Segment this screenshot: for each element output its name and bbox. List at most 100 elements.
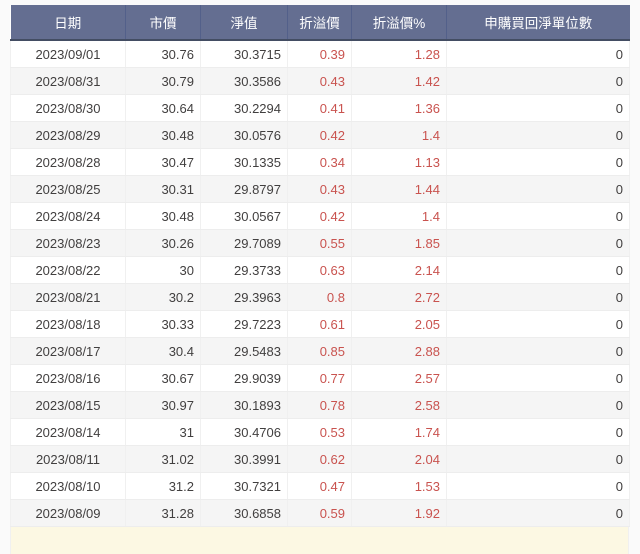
cell-net_units: 0 — [447, 230, 630, 257]
cell-price: 30.47 — [126, 149, 201, 176]
cell-price: 31.02 — [126, 446, 201, 473]
cell-nav: 30.2294 — [201, 95, 288, 122]
cell-net_units: 0 — [447, 40, 630, 68]
table-row: 2023/08/2830.4730.13350.341.130 — [11, 149, 630, 176]
table-row: 2023/08/1131.0230.39910.622.040 — [11, 446, 630, 473]
cell-net_units: 0 — [447, 473, 630, 500]
cell-price: 30.26 — [126, 230, 201, 257]
cell-premium_pct: 1.74 — [352, 419, 447, 446]
cell-date: 2023/08/11 — [11, 446, 126, 473]
cell-premium: 0.43 — [288, 68, 352, 95]
table-row: 2023/08/2930.4830.05760.421.40 — [11, 122, 630, 149]
cell-net_units: 0 — [447, 311, 630, 338]
cell-price: 30.76 — [126, 40, 201, 68]
column-header-premium: 折溢價 — [288, 5, 352, 40]
table-body: 2023/09/0130.7630.37150.391.2802023/08/3… — [11, 40, 630, 527]
cell-price: 31.28 — [126, 500, 201, 527]
cell-nav: 29.5483 — [201, 338, 288, 365]
cell-premium_pct: 1.4 — [352, 203, 447, 230]
cell-net_units: 0 — [447, 500, 630, 527]
cell-net_units: 0 — [447, 203, 630, 230]
cell-price: 30.97 — [126, 392, 201, 419]
cell-nav: 30.0567 — [201, 203, 288, 230]
cell-date: 2023/08/14 — [11, 419, 126, 446]
table-row: 2023/09/0130.7630.37150.391.280 — [11, 40, 630, 68]
column-header-date: 日期 — [11, 5, 126, 40]
table-row: 2023/08/3130.7930.35860.431.420 — [11, 68, 630, 95]
cell-nav: 30.1335 — [201, 149, 288, 176]
cell-date: 2023/08/22 — [11, 257, 126, 284]
cell-price: 31 — [126, 419, 201, 446]
cell-premium_pct: 1.85 — [352, 230, 447, 257]
cell-nav: 30.6858 — [201, 500, 288, 527]
cell-nav: 30.4706 — [201, 419, 288, 446]
cell-price: 30.48 — [126, 122, 201, 149]
cell-price: 30.2 — [126, 284, 201, 311]
cell-date: 2023/08/18 — [11, 311, 126, 338]
cell-date: 2023/08/10 — [11, 473, 126, 500]
cell-price: 30.67 — [126, 365, 201, 392]
cell-nav: 30.3715 — [201, 40, 288, 68]
cell-net_units: 0 — [447, 338, 630, 365]
cell-premium: 0.78 — [288, 392, 352, 419]
cell-nav: 30.7321 — [201, 473, 288, 500]
quote-table-container: 日期市價淨值折溢價折溢價%申購買回淨單位數 2023/09/0130.7630.… — [0, 0, 640, 554]
cell-price: 30.31 — [126, 176, 201, 203]
table-row: 2023/08/1530.9730.18930.782.580 — [11, 392, 630, 419]
premium-discount-table: 日期市價淨值折溢價折溢價%申購買回淨單位數 2023/09/0130.7630.… — [10, 5, 630, 527]
cell-price: 30.79 — [126, 68, 201, 95]
cell-premium: 0.39 — [288, 40, 352, 68]
cell-nav: 29.8797 — [201, 176, 288, 203]
cell-date: 2023/08/24 — [11, 203, 126, 230]
cell-date: 2023/09/01 — [11, 40, 126, 68]
cell-premium: 0.53 — [288, 419, 352, 446]
cell-price: 30 — [126, 257, 201, 284]
cell-net_units: 0 — [447, 446, 630, 473]
table-row: 2023/08/2130.229.39630.82.720 — [11, 284, 630, 311]
column-header-nav: 淨值 — [201, 5, 288, 40]
cell-nav: 29.3963 — [201, 284, 288, 311]
cell-net_units: 0 — [447, 284, 630, 311]
table-row: 2023/08/3030.6430.22940.411.360 — [11, 95, 630, 122]
cell-nav: 30.3586 — [201, 68, 288, 95]
table-row: 2023/08/2430.4830.05670.421.40 — [11, 203, 630, 230]
cell-premium_pct: 1.36 — [352, 95, 447, 122]
cell-premium: 0.47 — [288, 473, 352, 500]
cell-net_units: 0 — [447, 122, 630, 149]
cell-price: 30.64 — [126, 95, 201, 122]
cell-premium: 0.77 — [288, 365, 352, 392]
column-header-price: 市價 — [126, 5, 201, 40]
cell-nav: 29.9039 — [201, 365, 288, 392]
cell-premium_pct: 1.92 — [352, 500, 447, 527]
cell-price: 30.48 — [126, 203, 201, 230]
column-header-net_units: 申購買回淨單位數 — [447, 5, 630, 40]
cell-premium_pct: 1.28 — [352, 40, 447, 68]
cell-net_units: 0 — [447, 68, 630, 95]
table-row: 2023/08/2330.2629.70890.551.850 — [11, 230, 630, 257]
cell-date: 2023/08/09 — [11, 500, 126, 527]
cell-premium: 0.43 — [288, 176, 352, 203]
cell-premium: 0.41 — [288, 95, 352, 122]
cell-premium: 0.42 — [288, 122, 352, 149]
cell-price: 30.33 — [126, 311, 201, 338]
cell-net_units: 0 — [447, 257, 630, 284]
cell-nav: 29.7089 — [201, 230, 288, 257]
cell-nav: 29.7223 — [201, 311, 288, 338]
cell-date: 2023/08/17 — [11, 338, 126, 365]
partial-highlighted-row — [10, 527, 629, 554]
table-header-row: 日期市價淨值折溢價折溢價%申購買回淨單位數 — [11, 5, 630, 40]
cell-date: 2023/08/25 — [11, 176, 126, 203]
cell-net_units: 0 — [447, 95, 630, 122]
cell-premium: 0.59 — [288, 500, 352, 527]
cell-date: 2023/08/31 — [11, 68, 126, 95]
cell-premium: 0.42 — [288, 203, 352, 230]
cell-premium: 0.85 — [288, 338, 352, 365]
cell-date: 2023/08/15 — [11, 392, 126, 419]
cell-net_units: 0 — [447, 392, 630, 419]
cell-net_units: 0 — [447, 365, 630, 392]
cell-net_units: 0 — [447, 176, 630, 203]
cell-premium_pct: 2.04 — [352, 446, 447, 473]
cell-premium_pct: 2.14 — [352, 257, 447, 284]
cell-premium_pct: 2.05 — [352, 311, 447, 338]
cell-nav: 30.3991 — [201, 446, 288, 473]
